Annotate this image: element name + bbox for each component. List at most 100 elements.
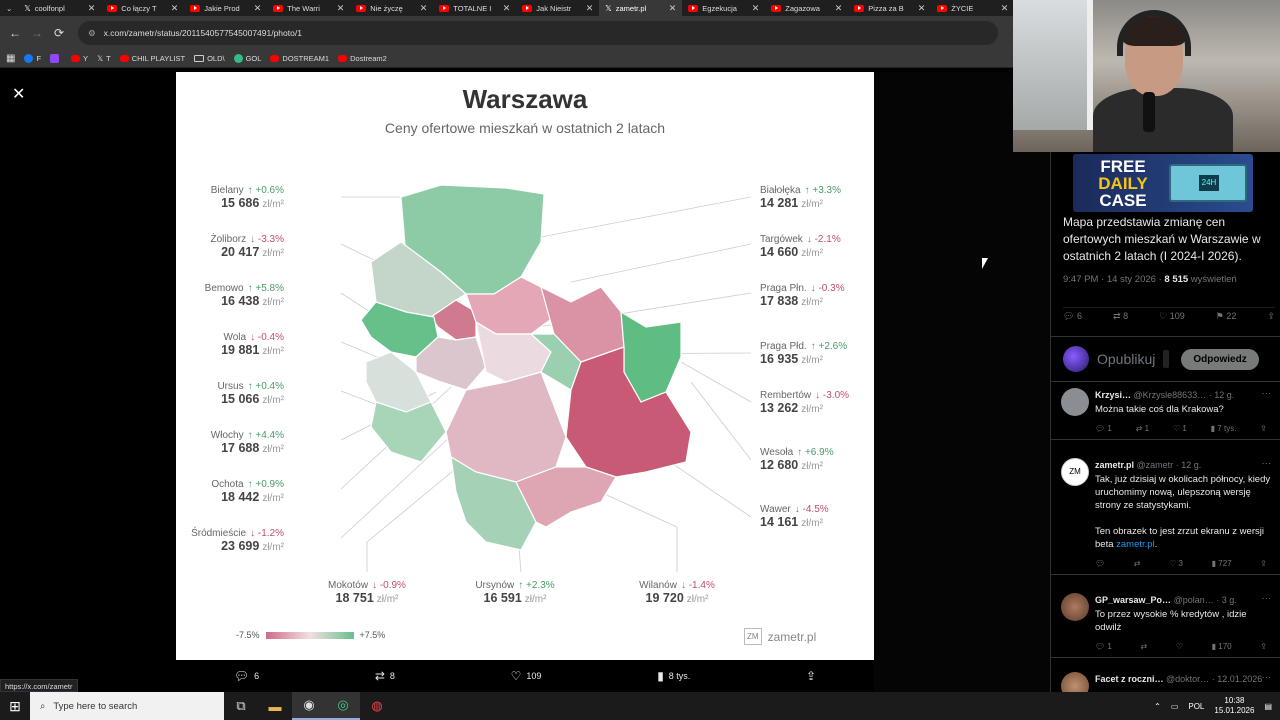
promo-banner[interactable]: FREE DAILY CASE 24H xyxy=(1073,154,1253,212)
reply-time[interactable]: · 12 g. xyxy=(1209,390,1235,400)
address-bar[interactable]: ⚙ x.com/zametr/status/201154057754500749… xyxy=(78,21,998,45)
views-button[interactable]: ▮ 8 tys. xyxy=(657,669,690,683)
reply-input[interactable]: Opublikuj xyxy=(1097,351,1155,367)
reply-item[interactable]: ··· Krzysi… @Krzysle88633… · 12 g. Można t… xyxy=(1051,384,1280,440)
repost-button[interactable]: ⇄ 8 xyxy=(1113,311,1128,322)
share-button[interactable]: ⇪ xyxy=(1260,559,1267,568)
bookmark-item[interactable]: CHIL PLAYLIST xyxy=(119,54,185,63)
tab-close-icon[interactable]: ✕ xyxy=(586,3,594,14)
share-button[interactable]: ⇪ xyxy=(1267,311,1275,322)
bookmark-item[interactable]: Dostream2 xyxy=(338,54,387,63)
reply-handle[interactable]: @doktor… xyxy=(1166,674,1209,684)
browser-tab[interactable]: 𝕏coolfonpl ✕ xyxy=(18,0,101,16)
reply-button[interactable]: 💬︎ xyxy=(1095,559,1105,568)
tab-close-icon[interactable]: ✕ xyxy=(254,3,262,14)
browser-tab[interactable]: Pizza za B ✕ xyxy=(848,0,931,16)
views-button[interactable]: ▮ 170 xyxy=(1212,642,1232,651)
reply-author[interactable]: GP_warsaw_Po… xyxy=(1095,595,1171,605)
notifications-icon[interactable]: ▤ xyxy=(1264,702,1272,711)
back-icon[interactable]: ← xyxy=(4,26,26,40)
bookmark-item[interactable] xyxy=(50,54,62,63)
browser-tab[interactable]: Egzekucja ✕ xyxy=(682,0,765,16)
repost-button[interactable]: ⇄ xyxy=(1134,559,1141,568)
share-button[interactable]: ⇪ xyxy=(1260,642,1267,651)
tweet-time[interactable]: 9:47 PM · 14 sty 2026 · xyxy=(1063,274,1164,285)
views-button[interactable]: ▮ 727 xyxy=(1212,559,1232,568)
reply-time[interactable]: · 12 g. xyxy=(1176,460,1202,470)
reply-author[interactable]: zametr.pl xyxy=(1095,460,1134,470)
bookmark-item[interactable]: F xyxy=(24,54,41,63)
reply-button[interactable]: 💬︎ 1 xyxy=(1095,424,1112,433)
obs-icon[interactable]: ◉ xyxy=(292,692,326,720)
tab-close-icon[interactable]: ✕ xyxy=(171,3,179,14)
bookmark-item[interactable]: DOSTREAM1 xyxy=(270,54,329,63)
avatar[interactable] xyxy=(1061,672,1089,692)
browser-tab[interactable]: Jakie Prod ✕ xyxy=(184,0,267,16)
browser-tab[interactable]: TOTALNE I ✕ xyxy=(433,0,516,16)
reply-button[interactable]: 💬︎ 6 xyxy=(1063,311,1082,322)
apps-grid-icon[interactable]: ▦ xyxy=(6,53,15,64)
reload-icon[interactable]: ⟳ xyxy=(48,26,70,40)
tab-close-icon[interactable]: ✕ xyxy=(503,3,511,14)
reply-handle[interactable]: @polan… xyxy=(1174,595,1214,605)
browser-tab[interactable]: The Warri ✕ xyxy=(267,0,350,16)
share-button[interactable]: ⇪ xyxy=(806,669,816,683)
reply-handle[interactable]: @Krzysle88633… xyxy=(1134,390,1207,400)
avatar[interactable] xyxy=(1061,593,1089,621)
tab-close-icon[interactable]: ✕ xyxy=(835,3,843,14)
windows-start-icon[interactable]: ⊞ xyxy=(0,698,30,715)
more-options-icon[interactable]: ··· xyxy=(1262,593,1272,604)
network-icon[interactable]: ▭ xyxy=(1171,702,1179,711)
site-info-icon[interactable]: ⚙ xyxy=(88,28,96,39)
tab-close-icon[interactable]: ✕ xyxy=(918,3,926,14)
browser-tab[interactable]: Jak Nieistr ✕ xyxy=(516,0,599,16)
close-icon[interactable]: ✕ xyxy=(12,84,25,104)
input-language[interactable]: POL xyxy=(1188,702,1204,711)
views-button[interactable]: ▮ 7 tys. xyxy=(1211,424,1237,433)
browser-tab[interactable]: Co łączy T ✕ xyxy=(101,0,184,16)
share-button[interactable]: ⇪ xyxy=(1260,424,1267,433)
file-explorer-icon[interactable]: ▬ xyxy=(258,692,292,720)
browser-tab[interactable]: Zagazowa ✕ xyxy=(765,0,848,16)
tab-close-icon[interactable]: ✕ xyxy=(337,3,345,14)
reply-author[interactable]: Facet z roczni… xyxy=(1095,674,1164,684)
reply-link[interactable]: zametr.pl xyxy=(1116,539,1155,550)
reply-handle[interactable]: @zametr xyxy=(1137,460,1174,470)
tab-close-icon[interactable]: ✕ xyxy=(1001,3,1009,14)
like-button[interactable]: ♡ 3 xyxy=(1169,559,1183,568)
reply-time[interactable]: · 12.01.2026 xyxy=(1212,674,1263,684)
browser-tab[interactable]: Nie życzę ✕ xyxy=(350,0,433,16)
reply-item[interactable]: ··· Facet z roczni… @doktor… · 12.01.2026 xyxy=(1051,668,1280,692)
reply-time[interactable]: · 3 g. xyxy=(1216,595,1237,605)
tray-chevron-icon[interactable]: ⌃ xyxy=(1154,702,1161,711)
tab-close-icon[interactable]: ✕ xyxy=(88,3,96,14)
more-options-icon[interactable]: ··· xyxy=(1262,388,1272,399)
reply-author[interactable]: Krzysi… xyxy=(1095,390,1131,400)
like-button[interactable]: ♡ 109 xyxy=(511,669,542,683)
clock[interactable]: 10:38 15.01.2026 xyxy=(1214,696,1254,716)
reply-button[interactable]: 💬︎ 6 xyxy=(234,669,259,683)
more-options-icon[interactable]: ··· xyxy=(1262,458,1272,469)
bookmark-item[interactable]: 𝕏T xyxy=(97,54,111,63)
taskbar-search[interactable]: ⌕ Type here to search xyxy=(30,692,224,720)
bookmark-item[interactable]: OLD\ xyxy=(194,54,225,63)
avatar[interactable]: ZM xyxy=(1061,458,1089,486)
tab-search-icon[interactable]: ⌄ xyxy=(0,0,18,16)
repost-button[interactable]: ⇄ xyxy=(1140,642,1147,651)
bookmark-button[interactable]: ⚑ 22 xyxy=(1216,311,1237,322)
bookmark-item[interactable]: Y xyxy=(71,54,88,63)
reply-button[interactable]: 💬︎ 1 xyxy=(1095,642,1112,651)
repost-button[interactable]: ⇄ 8 xyxy=(375,669,395,683)
more-options-icon[interactable]: ··· xyxy=(1262,672,1272,683)
repost-button[interactable]: ⇄ 1 xyxy=(1136,424,1149,433)
app-icon[interactable]: ◍ xyxy=(360,692,394,720)
avatar[interactable] xyxy=(1061,388,1089,416)
chrome-icon[interactable]: ◎ xyxy=(326,692,360,720)
forward-icon[interactable]: → xyxy=(26,26,48,40)
tab-close-icon[interactable]: ✕ xyxy=(752,3,760,14)
task-view-icon[interactable]: ⧉ xyxy=(224,692,258,720)
browser-tab[interactable]: ŻYCIE ✕ xyxy=(931,0,1014,16)
tab-close-icon[interactable]: ✕ xyxy=(669,3,677,14)
like-button[interactable]: ♡ 109 xyxy=(1159,311,1185,322)
like-button[interactable]: ♡ 1 xyxy=(1173,424,1187,433)
